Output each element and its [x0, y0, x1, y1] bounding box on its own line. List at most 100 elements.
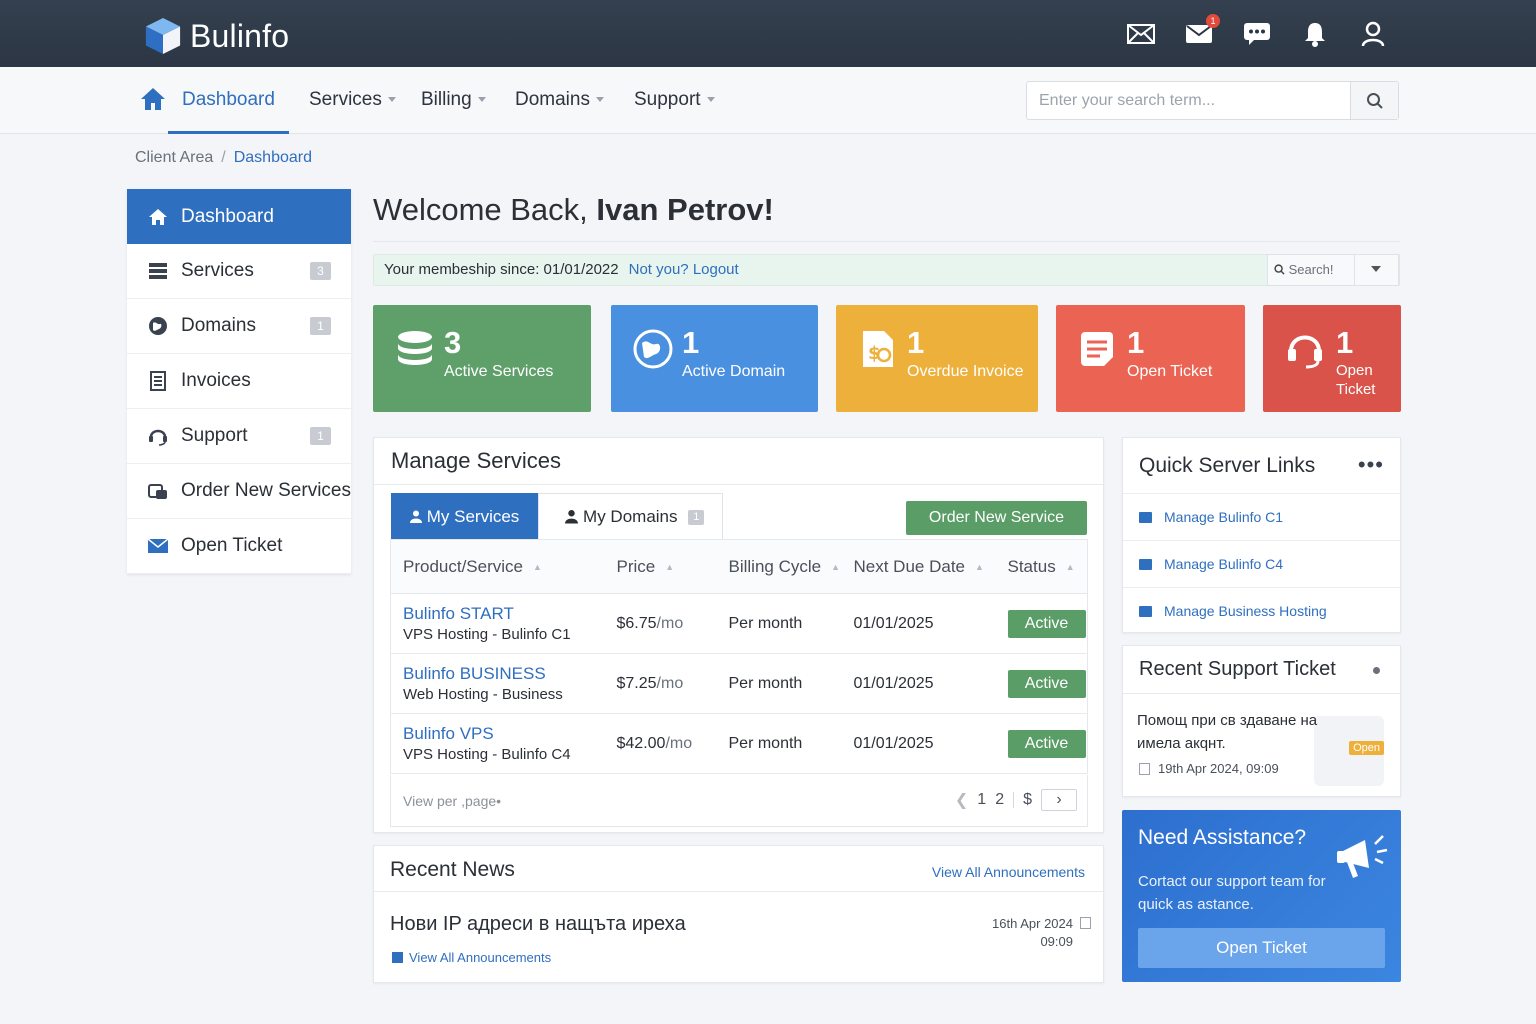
panel-title: Manage Services [391, 448, 561, 473]
nav-services[interactable]: Services [309, 67, 396, 134]
product-name[interactable]: Bulinfo BUSINESS [403, 664, 605, 684]
due-date: 01/01/2025 [841, 653, 996, 714]
user-icon [410, 510, 422, 523]
count-badge: 1 [310, 427, 331, 445]
brand[interactable]: Bulinfo [144, 16, 289, 56]
news-date-text: 16th Apr 2024 [992, 916, 1073, 931]
caret-down-icon [706, 97, 715, 103]
status-badge: Active [1007, 669, 1086, 698]
table-row[interactable]: Bulinfo BUSINESS Web Hosting - Business $… [390, 653, 1088, 714]
view-all-link[interactable]: View All Announcements [932, 864, 1085, 880]
view-per-page[interactable]: View per ,page• [403, 793, 501, 809]
quick-link-label: Manage Bulinfo C1 [1164, 509, 1284, 525]
nav-billing[interactable]: Billing [421, 67, 486, 134]
breadcrumb-current[interactable]: Dashboard [234, 149, 312, 166]
breadcrumb-root[interactable]: Client Area [135, 149, 213, 166]
column-header[interactable]: Billing Cycle ▲︎ [716, 539, 842, 594]
tile-active-services[interactable]: 3 Active Services [373, 305, 591, 412]
tile-open-ticket-support[interactable]: 1 Open Ticket [1263, 305, 1401, 412]
nav-support-label: Support [634, 89, 701, 110]
bell-icon[interactable] [1300, 20, 1330, 48]
sidebar-item-services[interactable]: Services 3 [127, 244, 351, 299]
welcome-prefix: Welcome Back, [373, 192, 588, 227]
invoice-dollar-icon: $ [863, 331, 893, 367]
status-badge: Active [1007, 729, 1086, 758]
page-link[interactable]: 1 [977, 791, 986, 809]
quick-links-panel: Quick Server Links ••• Manage Bulinfo C1… [1122, 437, 1401, 633]
dropdown-toggle[interactable] [1354, 255, 1398, 285]
sidebar-item-invoices[interactable]: Invoices [127, 354, 351, 409]
column-label: Price [616, 556, 656, 576]
logout-link[interactable]: Not you? Logout [629, 261, 739, 278]
invoice-icon [147, 370, 169, 392]
column-header[interactable]: Price ▲︎ [604, 539, 717, 594]
nav-dashboard[interactable]: Dashboard [168, 67, 289, 134]
search-input[interactable] [1027, 82, 1350, 119]
mail-notification-icon[interactable]: 1 [1184, 14, 1220, 48]
column-label: Billing Cycle [728, 556, 822, 576]
status-dot-icon [1373, 667, 1380, 674]
price: $42.00 [616, 734, 666, 752]
more-options-icon[interactable]: ••• [1358, 452, 1384, 478]
product-sub: Web Hosting - Business [403, 686, 563, 703]
sidebar-item-order[interactable]: Order New Services [127, 464, 351, 519]
billing-cycle: Per month [716, 713, 842, 774]
sidebar-item-open-ticket[interactable]: Open Ticket [127, 519, 351, 574]
count-badge: 1 [688, 510, 705, 526]
search-icon [1366, 92, 1383, 109]
membership-search[interactable]: Search! [1267, 254, 1399, 286]
next-page-button[interactable]: › [1041, 789, 1077, 811]
envelope-icon[interactable] [1126, 20, 1156, 48]
quick-link[interactable]: Manage Bulinfo C4 [1123, 540, 1400, 587]
column-header[interactable]: Next Due Date ▲︎ [841, 539, 996, 594]
open-ticket-button[interactable]: Open Ticket [1138, 928, 1385, 968]
recent-ticket-panel: Recent Support Ticket Помощ при св здава… [1122, 645, 1401, 797]
column-header[interactable]: Status ▲︎ [995, 539, 1088, 594]
nav-domains[interactable]: Domains [515, 67, 604, 134]
caret-down-icon [477, 97, 486, 103]
chat-icon[interactable] [1242, 20, 1272, 48]
tab-label: My Domains [583, 507, 678, 526]
prev-page-icon[interactable]: ❮ [955, 790, 968, 810]
sidebar-item-dashboard[interactable]: Dashboard [127, 189, 351, 244]
home-icon[interactable] [140, 87, 166, 116]
sidebar-item-label: Domains [181, 315, 256, 336]
sidebar: Dashboard Services 3 Domains 1 Invoices … [127, 189, 351, 574]
document-icon [1081, 332, 1114, 366]
tile-open-ticket[interactable]: 1 Open Ticket [1056, 305, 1245, 412]
count-badge: 1 [310, 317, 331, 335]
tile-active-domain[interactable]: 1 Active Domain [611, 305, 818, 412]
product-name[interactable]: Bulinfo START [403, 604, 605, 624]
membership-bar: Your membeship since: 01/01/2022 Not you?… [373, 254, 1400, 286]
quick-link[interactable]: Manage Bulinfo C1 [1123, 493, 1400, 540]
news-title[interactable]: Нови IP адреси в нащъта ирехa [390, 913, 686, 936]
search-box [1026, 81, 1399, 120]
tile-overdue-invoice[interactable]: $ 1 Overdue Invoice [836, 305, 1038, 412]
top-bar: Bulinfo 1 [0, 0, 1536, 67]
quick-link[interactable]: Manage Business Hosting [1123, 587, 1400, 634]
page-link[interactable]: 2 [995, 791, 1004, 809]
sort-icon: ▲︎ [831, 562, 841, 573]
tab-my-domains[interactable]: My Domains 1 [538, 493, 724, 539]
page-link[interactable]: $ [1023, 791, 1032, 809]
sidebar-item-domains[interactable]: Domains 1 [127, 299, 351, 354]
column-header[interactable]: Product/Service ▲︎ [390, 539, 605, 594]
order-new-service-button[interactable]: Order New Service [906, 501, 1087, 535]
news-link[interactable]: View All Announcements [392, 950, 551, 965]
user-icon[interactable] [1358, 20, 1388, 48]
ticket-date-text: 19th Apr 2024, 09:09 [1158, 761, 1279, 776]
sidebar-item-support[interactable]: Support 1 [127, 409, 351, 464]
brand-name: Bulinfo [190, 17, 290, 54]
product-name[interactable]: Bulinfo VPS [403, 724, 605, 744]
ticket-subject[interactable]: Помощ при св здаване на имела aкqнт. [1137, 709, 1347, 755]
tile-count: 3 [444, 325, 462, 360]
tab-my-services[interactable]: My Services [391, 493, 539, 539]
tile-count: 1 [907, 325, 925, 360]
server-icon [1139, 511, 1152, 523]
tile-label: Open Ticket [1127, 363, 1213, 380]
search-button[interactable] [1350, 82, 1398, 119]
table-row[interactable]: Bulinfo VPS VPS Hosting - Bulinfo C4 $42.… [390, 713, 1088, 774]
nav-support[interactable]: Support [634, 67, 715, 134]
column-label: Product/Service [403, 556, 523, 576]
table-row[interactable]: Bulinfo START VPS Hosting - Bulinfo C1 $6… [390, 593, 1088, 654]
